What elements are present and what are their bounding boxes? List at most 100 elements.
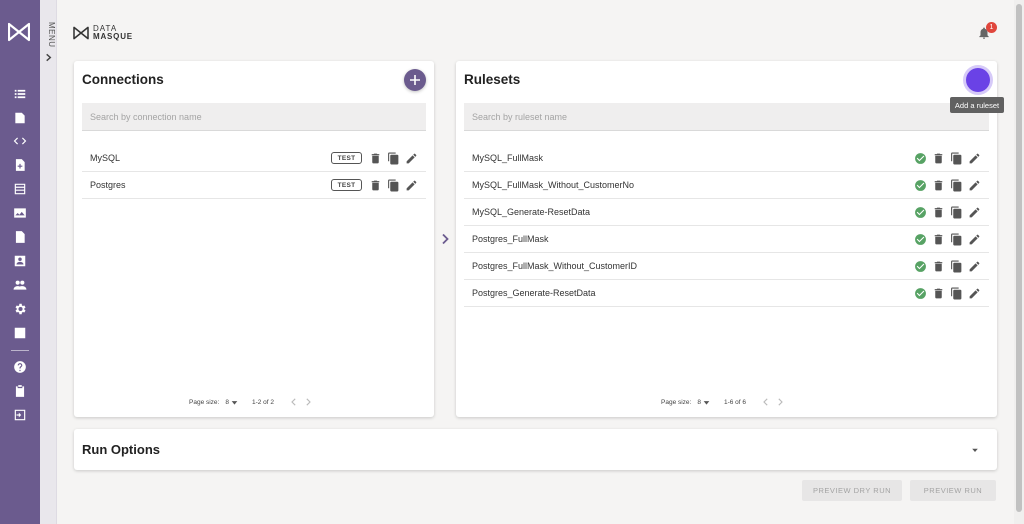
edit-icon[interactable]: [405, 152, 418, 165]
copy-icon[interactable]: [950, 179, 963, 192]
help-icon[interactable]: [12, 359, 28, 375]
connection-name: Postgres: [90, 180, 126, 190]
rulesets-list: MySQL_FullMask MySQL_FullMask_Without_Cu…: [464, 145, 989, 307]
image-card-icon[interactable]: [12, 205, 28, 221]
page-scrollbar[interactable]: [1014, 0, 1024, 524]
connections-title: Connections: [82, 72, 164, 87]
copy-icon[interactable]: [950, 233, 963, 246]
ruleset-row[interactable]: Postgres_Generate-ResetData: [464, 280, 989, 307]
preview-dry-run-button[interactable]: PREVIEW DRY RUN: [802, 480, 902, 501]
brand-line-2: MASQUE: [93, 32, 133, 41]
scrollbar-thumb[interactable]: [1016, 4, 1022, 512]
connection-row-mysql[interactable]: MySQL TEST: [82, 145, 426, 172]
file-text-icon[interactable]: [12, 229, 28, 245]
ruleset-name: MySQL_Generate-ResetData: [472, 207, 591, 217]
page-size-select[interactable]: 8: [225, 399, 238, 406]
connection-row-postgres[interactable]: Postgres TEST: [82, 172, 426, 199]
brand-logo: DATA MASQUE: [73, 24, 133, 42]
datamasque-mark-icon: [73, 26, 89, 40]
copy-icon[interactable]: [950, 260, 963, 273]
rulesets-card: Rulesets MySQL_FullMask MySQL_FullMask_W…: [456, 61, 997, 417]
test-connection-button[interactable]: TEST: [331, 152, 362, 164]
ruleset-name: MySQL_FullMask: [472, 153, 544, 163]
code-icon[interactable]: [12, 133, 28, 149]
ruleset-row[interactable]: MySQL_FullMask_Without_CustomerNo: [464, 172, 989, 199]
delete-icon[interactable]: [932, 287, 945, 300]
page-size-select[interactable]: 8: [697, 399, 710, 406]
connections-card: Connections MySQL TEST Postgres TEST Pag…: [74, 61, 434, 417]
copy-icon[interactable]: [950, 287, 963, 300]
menu-label: MENU: [47, 22, 56, 48]
test-connection-button[interactable]: TEST: [331, 179, 362, 191]
rulesets-title: Rulesets: [464, 72, 521, 87]
side-rail: [0, 0, 40, 524]
ruleset-name: Postgres_FullMask: [472, 234, 549, 244]
check-circle-icon: [914, 206, 927, 219]
next-page-icon[interactable]: [776, 398, 784, 406]
caret-down-icon: [972, 448, 978, 452]
clipboard-icon[interactable]: [12, 383, 28, 399]
edit-icon[interactable]: [968, 233, 981, 246]
previous-page-icon[interactable]: [762, 398, 770, 406]
datamasque-logo-icon[interactable]: [8, 22, 30, 42]
edit-icon[interactable]: [968, 179, 981, 192]
previous-page-icon[interactable]: [290, 398, 298, 406]
list-icon[interactable]: [12, 86, 28, 102]
add-connection-button[interactable]: [404, 69, 426, 91]
file-add-icon[interactable]: [12, 157, 28, 173]
people-icon[interactable]: [12, 277, 28, 293]
caret-down-icon: [231, 400, 238, 405]
ruleset-row[interactable]: Postgres_FullMask: [464, 226, 989, 253]
caret-down-icon: [703, 400, 710, 405]
edit-icon[interactable]: [968, 152, 981, 165]
ruleset-row[interactable]: Postgres_FullMask_Without_CustomerID: [464, 253, 989, 280]
document-icon[interactable]: [12, 110, 28, 126]
ruleset-name: MySQL_FullMask_Without_CustomerNo: [472, 180, 635, 190]
run-options-title: Run Options: [82, 442, 160, 457]
preview-run-button[interactable]: PREVIEW RUN: [910, 480, 996, 501]
gear-icon[interactable]: [12, 301, 28, 317]
check-circle-icon: [914, 179, 927, 192]
delete-icon[interactable]: [932, 206, 945, 219]
copy-icon[interactable]: [387, 179, 400, 192]
add-ruleset-tooltip: Add a ruleset: [950, 97, 1004, 113]
delete-icon[interactable]: [932, 233, 945, 246]
page-range: 1-2 of 2: [251, 398, 275, 406]
page-size-value: 8: [697, 398, 701, 406]
edit-icon[interactable]: [968, 260, 981, 273]
edit-icon[interactable]: [968, 206, 981, 219]
rulesets-paginator: Page size: 8 1-6 of 6: [661, 398, 784, 406]
connections-list: MySQL TEST Postgres TEST: [82, 145, 426, 199]
delete-icon[interactable]: [932, 179, 945, 192]
copy-icon[interactable]: [387, 152, 400, 165]
delete-icon[interactable]: [932, 152, 945, 165]
notification-badge: 1: [986, 22, 997, 33]
next-page-icon[interactable]: [304, 398, 312, 406]
chevron-right-icon[interactable]: [440, 233, 450, 245]
checklist-icon[interactable]: [12, 325, 28, 341]
add-ruleset-button[interactable]: [966, 68, 990, 92]
delete-icon[interactable]: [369, 179, 382, 192]
connections-paginator: Page size: 8 1-2 of 2: [189, 398, 312, 406]
check-circle-icon: [914, 287, 927, 300]
copy-icon[interactable]: [950, 206, 963, 219]
table-icon[interactable]: [12, 181, 28, 197]
delete-icon[interactable]: [369, 152, 382, 165]
page-size-label: Page size:: [189, 398, 220, 406]
connection-search-input[interactable]: [82, 103, 426, 131]
logout-icon[interactable]: [12, 407, 28, 423]
edit-icon[interactable]: [968, 287, 981, 300]
rail-divider: [11, 350, 29, 351]
menu-toggle[interactable]: MENU: [40, 0, 57, 524]
ruleset-row[interactable]: MySQL_FullMask: [464, 145, 989, 172]
run-options-panel[interactable]: Run Options: [74, 429, 997, 470]
contact-icon[interactable]: [12, 253, 28, 269]
page-size-label: Page size:: [661, 398, 692, 406]
copy-icon[interactable]: [950, 152, 963, 165]
plus-icon: [410, 75, 420, 85]
ruleset-row[interactable]: MySQL_Generate-ResetData: [464, 199, 989, 226]
edit-icon[interactable]: [405, 179, 418, 192]
check-circle-icon: [914, 152, 927, 165]
ruleset-search-input[interactable]: [464, 103, 989, 131]
delete-icon[interactable]: [932, 260, 945, 273]
